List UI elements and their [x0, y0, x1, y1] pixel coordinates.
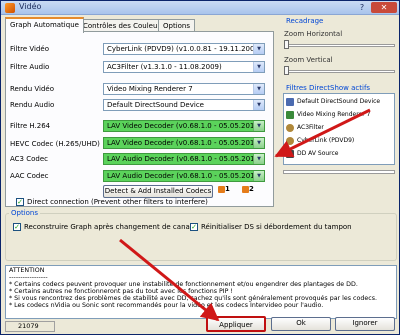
filter-item-label: AC3Filter	[297, 124, 324, 131]
filter-item-label: Default DirectSound Device	[297, 98, 381, 105]
badge-one: 1	[218, 185, 240, 197]
row-label-filtre-h264: Filtre H.264	[10, 122, 51, 130]
chevron-down-icon[interactable]: ▼	[253, 62, 264, 72]
chevron-down-icon[interactable]: ▼	[253, 171, 264, 181]
combo-value: LAV Audio Decoder (v0.68.1.0 - 05.05.201…	[107, 172, 262, 180]
reset-ds-checkbox[interactable]: ✓	[190, 223, 198, 231]
rebuild-graph-label: Reconstruire Graph après changement de c…	[24, 223, 192, 231]
row-label-rendu-video: Rendu Vidéo	[10, 85, 55, 93]
chevron-down-icon[interactable]: ▼	[253, 44, 264, 54]
combo-value: CyberLink (PDVD9) (v1.0.0.81 - 19.11.200…	[107, 45, 262, 53]
row-label-hevc-codec: HEVC Codec (H.265/UHD)	[10, 140, 100, 148]
help-button[interactable]: ?	[355, 2, 369, 13]
direct-connection-checkbox[interactable]: ✓	[16, 198, 24, 206]
filter-item-cyberlink[interactable]: CyberLink (PDVD9)	[286, 136, 354, 146]
filter-scrollbar[interactable]	[283, 170, 395, 174]
row-label-rendu-audio: Rendu Audio	[10, 101, 55, 109]
direct-connection-label: Direct connection (Prevent other filters…	[27, 198, 208, 206]
title-bar: Vidéo ? ✕	[1, 1, 399, 15]
filter-item-directsound[interactable]: Default DirectSound Device	[286, 97, 380, 107]
attention-line: * Les codecs nVidia ou Sonic sont recomm…	[9, 302, 324, 309]
row-label-ac3-codec: AC3 Codec	[10, 155, 49, 163]
combo-value: Default DirectSound Device	[107, 101, 204, 109]
badge-number: 2	[249, 185, 254, 193]
graph-panel: Filtre Vidéo Filtre Audio Rendu Vidéo Re…	[5, 31, 274, 207]
gear-icon	[286, 136, 294, 145]
speaker-icon	[286, 97, 294, 106]
options-group	[5, 213, 397, 261]
row-label-filtre-video: Filtre Vidéo	[10, 45, 50, 53]
rebuild-graph-checkbox[interactable]: ✓	[13, 223, 21, 231]
combo-rendu-audio[interactable]: Default DirectSound Device ▼	[103, 99, 265, 111]
window-title: Vidéo	[19, 2, 42, 11]
combo-filtre-video[interactable]: CyberLink (PDVD9) (v1.0.0.81 - 19.11.200…	[103, 43, 265, 55]
apply-button[interactable]: Appliquer	[206, 316, 266, 332]
combo-value: LAV Audio Decoder (v0.68.1.0 - 05.05.201…	[107, 155, 262, 163]
attention-line: * Certains autres ne fonctionneront pas …	[9, 288, 233, 295]
zoom-vertical-track[interactable]	[284, 70, 395, 73]
filters-list: Default DirectSound Device Video Mixing …	[283, 93, 395, 165]
combo-ac3-codec[interactable]: LAV Audio Decoder (v0.68.1.0 - 05.05.201…	[103, 153, 265, 165]
video-settings-window: Vidéo ? ✕ Graph Automatique Contrôles de…	[0, 0, 400, 335]
combo-value: LAV Video Decoder (v0.68.1.0 - 05.05.201…	[107, 122, 262, 130]
status-value: 21079	[5, 321, 55, 332]
app-icon	[5, 3, 15, 13]
film-icon	[286, 149, 294, 158]
zoom-horizontal-thumb[interactable]	[284, 40, 289, 49]
combo-value: AC3Filter (v1.3.1.0 - 11.08.2009)	[107, 63, 222, 71]
vlc-icon	[218, 185, 225, 193]
tab-graph-automatique[interactable]: Graph Automatique	[5, 17, 84, 33]
attention-line: * Si vous rencontrez des problèmes de st…	[9, 295, 377, 302]
filter-item-label: CyberLink (PDVD9)	[297, 137, 355, 144]
filter-item-label: Video Mixing Renderer 7	[297, 111, 371, 118]
reset-ds-label: Réinitialiser DS si débordement du tampo…	[201, 223, 352, 231]
combo-filtre-audio[interactable]: AC3Filter (v1.3.1.0 - 11.08.2009) ▼	[103, 61, 265, 73]
combo-rendu-video[interactable]: Video Mixing Renderer 7 ▼	[103, 83, 265, 95]
chevron-down-icon[interactable]: ▼	[253, 84, 264, 94]
filter-item-dd-av-source[interactable]: DD AV Source	[286, 149, 339, 159]
attention-textbox[interactable]: ATTENTION ----------------- * Certains c…	[5, 265, 397, 319]
combo-value: LAV Video Decoder (v0.68.1.0 - 05.05.201…	[107, 139, 262, 147]
recadrage-title: Recadrage	[284, 17, 326, 25]
zoom-horizontal-track[interactable]	[284, 44, 395, 47]
attention-title: ATTENTION	[9, 267, 45, 274]
filter-item-label: DD AV Source	[297, 150, 339, 157]
combo-filtre-h264[interactable]: LAV Video Decoder (v0.68.1.0 - 05.05.201…	[103, 120, 265, 132]
ok-button[interactable]: Ok	[271, 317, 331, 331]
chevron-down-icon[interactable]: ▼	[253, 100, 264, 110]
detect-codecs-button[interactable]: Detect & Add Installed Codecs	[103, 185, 213, 198]
row-label-aac-codec: AAC Codec	[10, 172, 49, 180]
combo-aac-codec[interactable]: LAV Audio Decoder (v0.68.1.0 - 05.05.201…	[103, 170, 265, 182]
combo-hevc-codec[interactable]: LAV Video Decoder (v0.68.1.0 - 05.05.201…	[103, 137, 265, 149]
zoom-vertical-thumb[interactable]	[284, 66, 289, 75]
combo-value: Video Mixing Renderer 7	[107, 85, 193, 93]
cancel-button[interactable]: Ignorer	[335, 317, 395, 331]
zoom-horizontal-label: Zoom Horizontal	[284, 30, 343, 38]
chevron-down-icon[interactable]: ▼	[253, 154, 264, 164]
filter-item-ac3filter[interactable]: AC3Filter	[286, 123, 324, 133]
attention-rule: -----------------	[9, 274, 48, 281]
filter-item-vmr7[interactable]: Video Mixing Renderer 7	[286, 110, 370, 120]
row-label-filtre-audio: Filtre Audio	[10, 63, 50, 71]
chevron-down-icon[interactable]: ▼	[253, 138, 264, 148]
attention-line: * Certains codecs peuvent provoquer une …	[9, 281, 358, 288]
monitor-icon	[286, 110, 294, 119]
filters-title: Filtres DirectShow actifs	[284, 84, 373, 92]
options-title: Options	[9, 209, 41, 217]
gear-icon	[286, 123, 294, 132]
close-button[interactable]: ✕	[371, 2, 397, 13]
badge-two: 2	[242, 185, 264, 197]
vlc-icon	[242, 185, 249, 193]
chevron-down-icon[interactable]: ▼	[253, 121, 264, 131]
zoom-vertical-label: Zoom Vertical	[284, 56, 333, 64]
badge-number: 1	[225, 185, 230, 193]
